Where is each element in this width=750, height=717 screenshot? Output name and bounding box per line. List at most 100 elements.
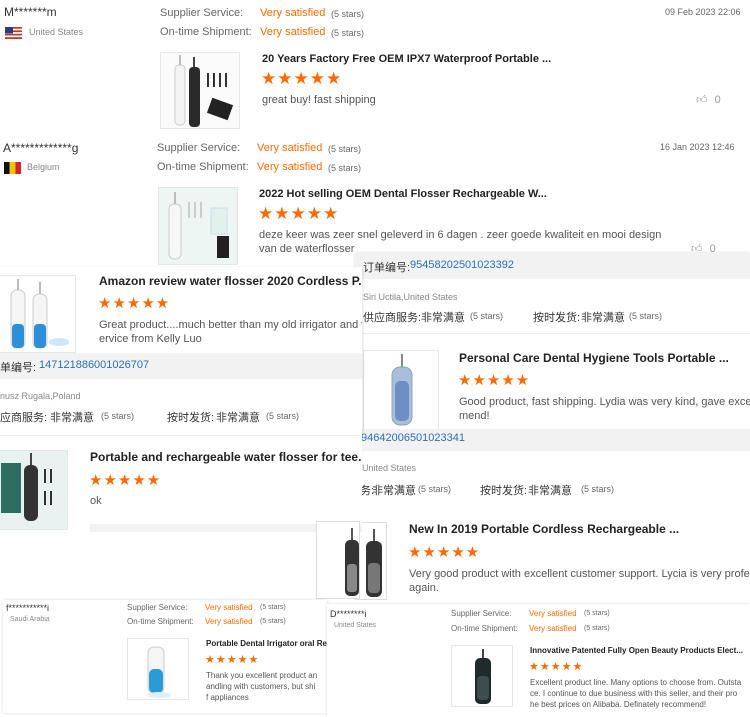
- divider: [0, 435, 362, 436]
- supplier-service-label: Supplier Service:: [451, 609, 512, 618]
- like-count: 0: [714, 94, 721, 106]
- supplier-service-label: 供应商服务:: [363, 312, 422, 324]
- order-number[interactable]: 94642006501023341: [361, 432, 465, 444]
- product-image[interactable]: [158, 187, 238, 265]
- product-image[interactable]: [451, 645, 513, 707]
- shipment-stars: (5 stars): [260, 618, 286, 625]
- product-title[interactable]: 20 Years Factory Free OEM IPX7 Waterproo…: [262, 53, 551, 65]
- review-card-6: United States 务: 非常满意 (5 stars) 按时发货: 非常…: [355, 455, 750, 600]
- supplier-service-stars: (5 stars): [418, 484, 452, 494]
- belgium-flag-icon: [4, 161, 21, 174]
- shipment-value: 非常满意: [216, 412, 260, 424]
- product-title[interactable]: New In 2019 Portable Cordless Rechargeab…: [409, 522, 679, 536]
- shipment-label: On-time Shipment:: [451, 624, 518, 633]
- review-text-line-2: mend!: [459, 410, 490, 422]
- review-text-line-1: Thank you excellent product an: [206, 671, 318, 680]
- product-image[interactable]: [0, 275, 76, 353]
- review-text-line-1: Excellent product line. Many options to …: [530, 678, 742, 687]
- reviewer-country: Belgium: [27, 162, 60, 172]
- review-text-line-2: andling with customers, but shi: [206, 682, 316, 691]
- supplier-service-stars: (5 stars): [101, 411, 135, 421]
- rating-stars: ★★★★★: [98, 295, 171, 312]
- review-text-line-3: f appliances: [206, 693, 249, 702]
- review-text-line-3: he best prices on Alibaba. Definately re…: [530, 700, 707, 709]
- order-number[interactable]: 95458202501023392: [410, 259, 514, 271]
- us-flag-icon: [5, 26, 22, 39]
- supplier-service-stars: (5 stars): [331, 9, 365, 19]
- product-title[interactable]: Portable Dental Irrigator oral Re: [206, 639, 327, 648]
- product-image[interactable]: [363, 350, 439, 430]
- supplier-service-value: 非常满意: [421, 312, 465, 324]
- review-text: great buy! fast shipping: [262, 94, 376, 106]
- shipment-label: On-time Shipment:: [157, 161, 249, 173]
- rating-stars: ★★★★★: [458, 372, 531, 389]
- review-card-8: D********i United States Supplier Servic…: [327, 604, 750, 717]
- supplier-service-label: Supplier Service:: [160, 7, 244, 19]
- supplier-service-stars: (5 stars): [470, 311, 504, 321]
- shipment-stars: (5 stars): [328, 163, 362, 173]
- review-text-line-1: Very good product with excellent custome…: [409, 568, 750, 580]
- product-image[interactable]: [127, 638, 189, 700]
- rating-stars: ★★★★★: [205, 654, 260, 666]
- review-card-2: A*************g Belgium Supplier Service…: [0, 135, 750, 265]
- review-text-line-2: ce. I continue to due business with this…: [530, 689, 738, 698]
- rating-stars: ★★★★★: [258, 204, 340, 223]
- product-title[interactable]: Personal Care Dental Hygiene Tools Porta…: [459, 351, 729, 365]
- review-text: ok: [90, 495, 102, 507]
- product-title[interactable]: Amazon review water flosser 2020 Cordles…: [99, 274, 362, 288]
- shipment-value: Very satisfied: [205, 617, 253, 626]
- product-title[interactable]: Innovative Patented Fully Open Beauty Pr…: [530, 646, 743, 655]
- review-text-line-2: ervice from Kelly Luo: [99, 333, 202, 345]
- like-button[interactable]: 👍︎ 0: [696, 93, 721, 106]
- shipment-value: 非常满意: [581, 312, 625, 324]
- supplier-service-label: Supplier Service:: [127, 603, 188, 612]
- review-text-line-1: Good product, fast shipping. Lydia was v…: [459, 396, 750, 408]
- rating-stars: ★★★★★: [261, 69, 343, 88]
- review-card-3: Amazon review water flosser 2020 Cordles…: [0, 267, 362, 432]
- product-title[interactable]: 2022 Hot selling OEM Dental Flosser Rech…: [259, 188, 547, 200]
- product-title[interactable]: Portable and rechargeable water flosser …: [90, 450, 362, 464]
- shipment-label: 按时发货:: [167, 412, 215, 424]
- supplier-service-value: Very satisfied: [205, 603, 253, 612]
- review-text-line-1: Great product....much better than my old…: [99, 319, 362, 331]
- shipment-stars: (5 stars): [584, 625, 610, 632]
- divider: [355, 333, 750, 334]
- product-image[interactable]: [160, 52, 240, 129]
- thumbs-up-icon: 👍︎: [696, 94, 708, 106]
- order-number-label: 单编号:: [0, 362, 37, 374]
- review-card-5: Portable and rechargeable water flosser …: [0, 432, 362, 532]
- shipment-label: On-time Shipment:: [127, 617, 194, 626]
- shipment-value: Very satisfied: [257, 161, 323, 173]
- shipment-value: Very satisfied: [260, 26, 326, 38]
- product-image[interactable]: [316, 521, 360, 599]
- shipment-stars: (5 stars): [581, 484, 615, 494]
- review-card-7: f***********i Saudi Arabia Supplier Serv…: [3, 600, 327, 713]
- shipment-label: 按时发货:: [480, 485, 528, 497]
- reviewer-name: Siri Uctila,United States: [363, 292, 458, 302]
- review-date: 09 Feb 2023 22:06: [665, 7, 741, 17]
- review-text-line-2: again.: [409, 582, 439, 594]
- reviewer-name: nusz Rugala,Poland: [0, 391, 81, 401]
- supplier-service-value: Very satisfied: [260, 7, 326, 19]
- rating-stars: ★★★★★: [408, 544, 481, 561]
- reviewer-name: f***********i: [6, 603, 50, 613]
- shipment-stars: (5 stars): [266, 411, 300, 421]
- product-image[interactable]: [0, 450, 68, 530]
- reviewer-name: M*******m: [4, 5, 57, 19]
- shipment-value: Very satisfied: [529, 624, 577, 633]
- order-number-label: 订单编号:: [363, 262, 411, 274]
- supplier-service-value: 非常满意: [50, 412, 94, 424]
- supplier-service-value: Very satisfied: [257, 142, 323, 154]
- shipment-label: 按时发货:: [533, 312, 581, 324]
- shipment-stars: (5 stars): [331, 28, 365, 38]
- supplier-service-label: 应商服务:: [0, 412, 48, 424]
- shipment-value: 非常满意: [528, 485, 572, 497]
- order-number[interactable]: 147121886001026707: [39, 359, 149, 371]
- reviewer-country: United States: [362, 463, 417, 473]
- reviewer-country: Saudi Arabia: [10, 616, 50, 623]
- supplier-service-value: 非常满意: [372, 485, 416, 497]
- review-text-line-2: van de waterflosser: [259, 243, 355, 255]
- review-card-1: M*******m United States Supplier Service…: [0, 0, 750, 133]
- reviewer-country: United States: [29, 27, 84, 37]
- supplier-service-stars: (5 stars): [260, 604, 286, 611]
